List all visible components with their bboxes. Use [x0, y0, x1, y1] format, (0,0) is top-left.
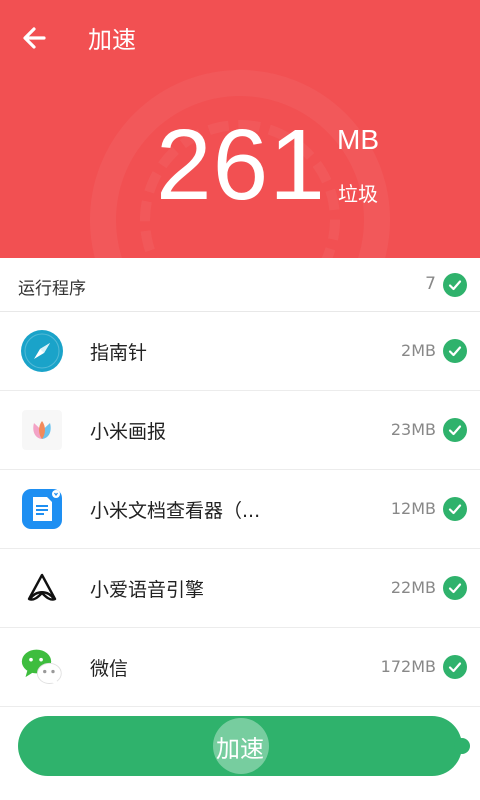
- app-list: 指南针 2MB 小米画报 23MB 小米文档查看器（... 12MB 小爱语音引…: [0, 312, 480, 707]
- check-icon: [448, 280, 462, 291]
- app-checkbox[interactable]: [443, 418, 467, 442]
- app-checkbox[interactable]: [443, 576, 467, 600]
- button-edge-dot: [454, 738, 470, 754]
- app-size: 172MB: [380, 657, 436, 676]
- list-item[interactable]: 小米画报 23MB: [0, 391, 480, 470]
- app-checkbox[interactable]: [443, 339, 467, 363]
- check-icon: [448, 583, 462, 594]
- app-name: 小米画报: [90, 421, 167, 443]
- app-name: 小米文档查看器（...: [90, 500, 261, 522]
- back-button[interactable]: [16, 22, 52, 58]
- check-icon: [448, 346, 462, 357]
- list-item[interactable]: 小爱语音引擎 22MB: [0, 549, 480, 628]
- header: 加速 261 MB 垃圾: [0, 0, 480, 258]
- wechat-icon: [20, 645, 64, 689]
- select-all-checkbox[interactable]: [443, 273, 467, 297]
- tulip-icon: [20, 408, 64, 452]
- compass-icon: [20, 329, 64, 373]
- app-checkbox[interactable]: [443, 655, 467, 679]
- junk-amount: 261: [156, 109, 326, 221]
- running-apps-header: 运行程序 7: [0, 258, 480, 312]
- section-label: 运行程序: [18, 279, 86, 299]
- check-icon: [448, 662, 462, 673]
- app-size: 22MB: [390, 578, 436, 597]
- app-checkbox[interactable]: [443, 497, 467, 521]
- junk-unit: MB: [337, 124, 379, 155]
- back-arrow-icon: [20, 24, 48, 56]
- app-name: 小爱语音引擎: [90, 579, 205, 601]
- accelerate-label: 加速: [216, 734, 264, 763]
- accelerate-button[interactable]: 加速: [18, 716, 470, 776]
- junk-label: 垃圾: [338, 182, 378, 206]
- app-size: 12MB: [390, 499, 436, 518]
- check-icon: [448, 504, 462, 515]
- check-icon: [448, 425, 462, 436]
- page-title: 加速: [88, 26, 136, 54]
- app-size: 23MB: [390, 420, 436, 439]
- app-name: 指南针: [90, 342, 148, 364]
- app-name: 微信: [90, 658, 129, 680]
- document-icon: [20, 487, 64, 531]
- section-count: 7: [425, 274, 436, 294]
- list-item[interactable]: 微信 172MB: [0, 628, 480, 707]
- list-item[interactable]: 小米文档查看器（... 12MB: [0, 470, 480, 549]
- xiaoai-icon: [20, 566, 64, 610]
- app-size: 2MB: [401, 341, 436, 360]
- list-item[interactable]: 指南针 2MB: [0, 312, 480, 391]
